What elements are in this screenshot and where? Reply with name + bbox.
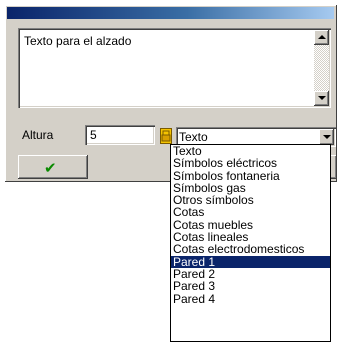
chevron-down-icon [323,135,331,139]
combo-dropdown-list[interactable]: Texto Símbolos eléctricos Símbolos fonta… [170,144,331,342]
dropdown-item[interactable]: Cotas [171,206,330,218]
checkmark-icon: ✔ [44,160,57,177]
dropdown-item[interactable]: Símbolos eléctricos [171,157,330,169]
combo-dropdown-button[interactable] [319,129,334,145]
dialog-title-bar[interactable] [7,7,334,19]
dropdown-item[interactable]: Pared 4 [171,292,330,305]
combo-selected-value: Texto [179,130,208,144]
height-label: Altura [22,128,54,142]
dropdown-item[interactable]: Pared 3 [171,280,330,292]
scroll-up-button[interactable] [314,30,329,45]
ok-button[interactable]: ✔ [18,155,88,179]
dropdown-item[interactable]: Cotas electrodomesticos [171,243,330,255]
text-memo[interactable]: Texto para el alzado [18,28,331,108]
memo-text[interactable]: Texto para el alzado [24,34,131,48]
scroll-down-button[interactable] [314,91,329,106]
lock-icon[interactable] [160,128,172,144]
chevron-down-icon [318,96,326,100]
memo-vertical-scrollbar[interactable] [314,30,329,106]
chevron-up-icon [318,35,326,39]
height-input[interactable]: 5 [85,125,155,145]
height-value[interactable]: 5 [90,128,97,142]
